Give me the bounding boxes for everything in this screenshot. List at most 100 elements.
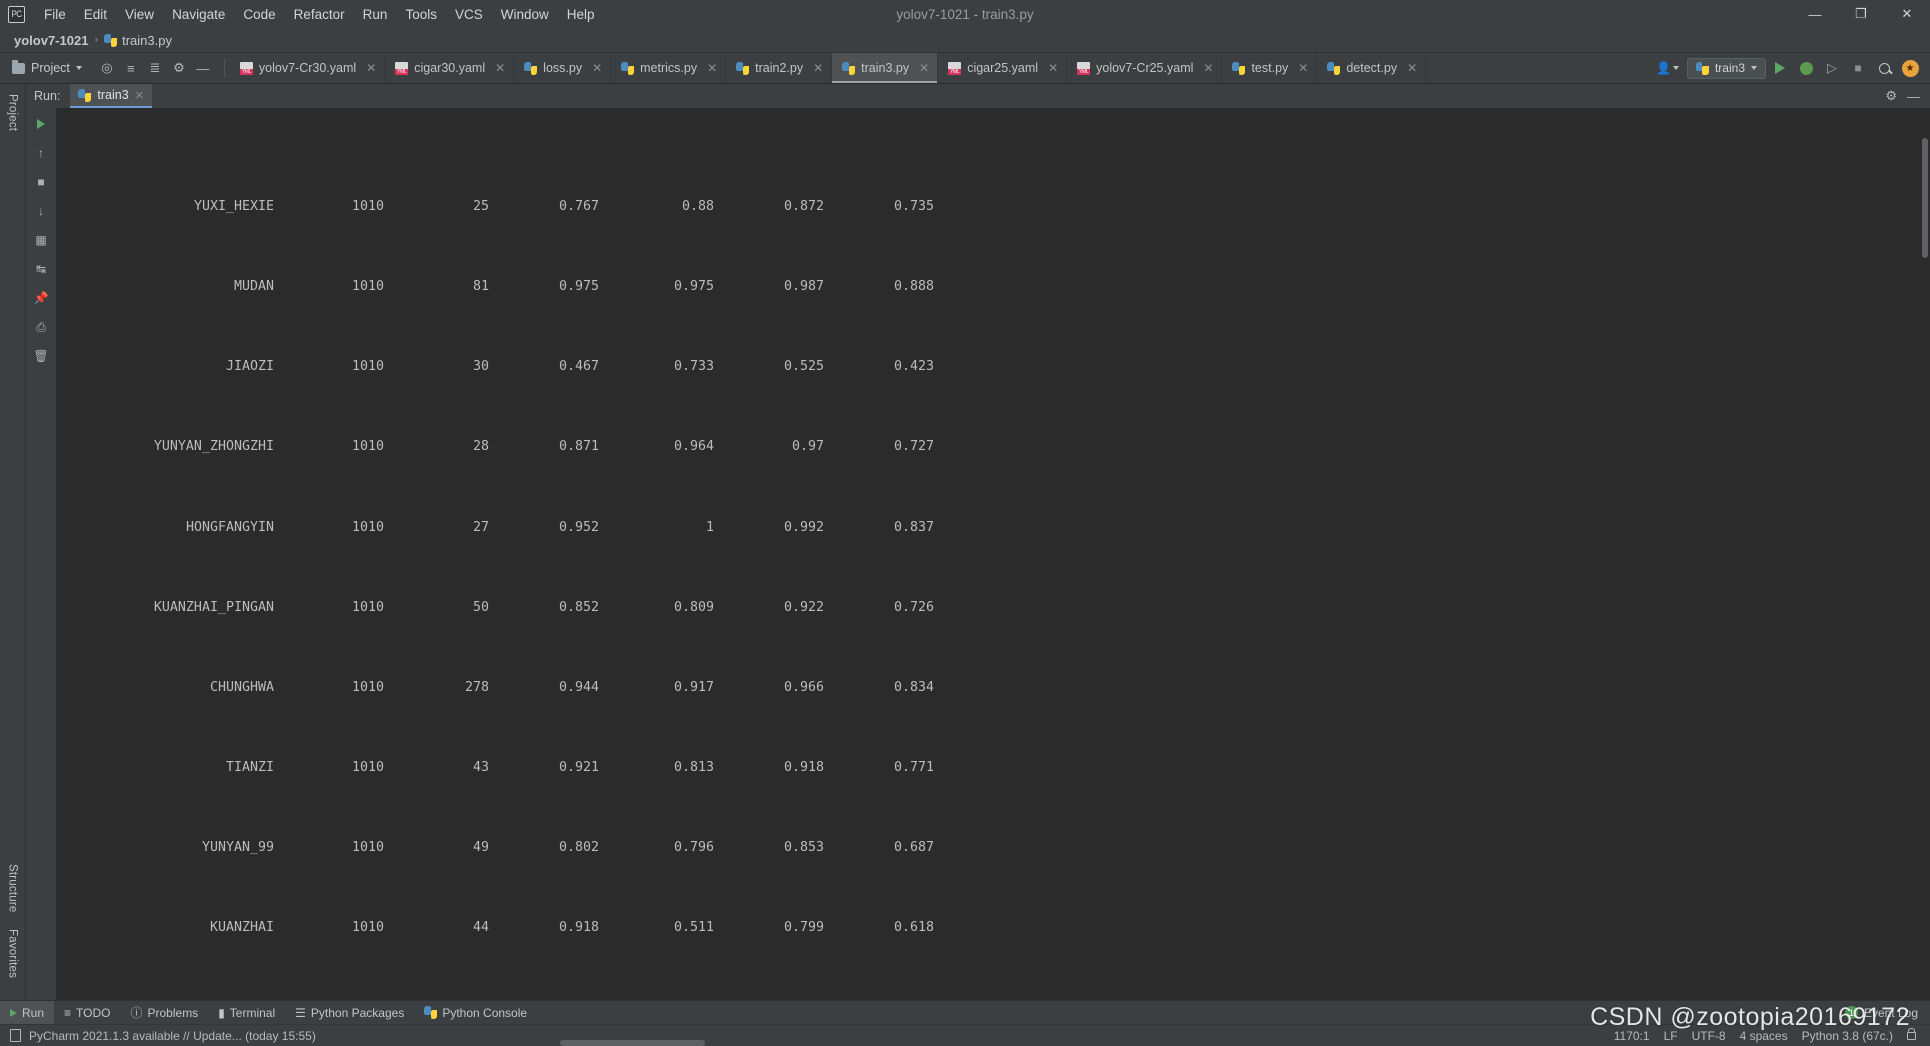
search-button[interactable] [1872, 56, 1896, 80]
labels: 27 [472, 519, 489, 535]
layout-icon[interactable]: ▦ [31, 230, 51, 250]
indent-setting[interactable]: 4 spaces [1740, 1029, 1788, 1043]
recall: 0.511 [673, 920, 714, 936]
sidebar-item-favorites[interactable]: Favorites [7, 921, 19, 1000]
console-output[interactable]: YUXI_HEXIE 1010 25 0.767 0.88 0.872 0.73… [56, 108, 1930, 1000]
precision: 0.944 [558, 679, 599, 695]
sort-icon[interactable]: ≣ [143, 54, 167, 82]
editor-tab-detect-py[interactable]: detect.py ✕ [1317, 53, 1427, 83]
bottom-tab-problems[interactable]: ⓘ Problems [120, 1001, 208, 1024]
sidebar-item-project[interactable]: Project [7, 86, 19, 139]
status-bar: PyCharm 2021.1.3 available // Update... … [0, 1024, 1930, 1046]
python-interpreter[interactable]: Python 3.8 (67c.) [1802, 1029, 1893, 1043]
editor-tab-cigar25-yaml[interactable]: cigar25.yaml ✕ [938, 53, 1068, 83]
close-icon[interactable]: ✕ [813, 61, 823, 75]
close-icon[interactable]: ✕ [1298, 61, 1308, 75]
editor-tab-cigar30-yaml[interactable]: cigar30.yaml ✕ [385, 53, 515, 83]
event-log-area[interactable]: 1 Event Log [1844, 1001, 1930, 1024]
editor-tab-yolov7-cr25-yaml[interactable]: yolov7-Cr25.yaml ✕ [1067, 53, 1223, 83]
status-message[interactable]: PyCharm 2021.1.3 available // Update... … [29, 1029, 316, 1043]
map95: 0.726 [893, 599, 934, 615]
recall: 1 [705, 519, 714, 535]
run-button[interactable] [1768, 56, 1792, 80]
menu-item-refactor[interactable]: Refactor [285, 4, 354, 25]
close-icon[interactable]: ✕ [135, 89, 144, 102]
editor-tab-train2-py[interactable]: train2.py ✕ [726, 53, 833, 83]
pycharm-window: PC File Edit View Navigate Code Refactor… [0, 0, 1930, 1046]
editor-tab-metrics-py[interactable]: metrics.py ✕ [611, 53, 727, 83]
close-button[interactable]: ✕ [1884, 0, 1930, 28]
caret-position[interactable]: 1170:1 [1614, 1029, 1650, 1043]
print-icon[interactable]: ⎙ [31, 317, 51, 337]
editor-tab-test-py[interactable]: test.py ✕ [1222, 53, 1318, 83]
run-config-label: train3 [1714, 61, 1745, 75]
close-icon[interactable]: ✕ [707, 61, 717, 75]
close-icon[interactable]: ✕ [366, 61, 376, 75]
images: 1010 [351, 279, 384, 295]
menu-item-edit[interactable]: Edit [75, 4, 116, 25]
packages-icon: ☰ [295, 1005, 306, 1020]
close-icon[interactable]: ✕ [1048, 61, 1058, 75]
precision: 0.467 [558, 359, 599, 375]
line-separator[interactable]: LF [1664, 1029, 1678, 1043]
project-widget[interactable]: Project [0, 53, 91, 83]
close-icon[interactable]: ✕ [1203, 61, 1213, 75]
menu-item-view[interactable]: View [116, 4, 163, 25]
menu-item-navigate[interactable]: Navigate [163, 4, 234, 25]
map50: 0.853 [783, 839, 824, 855]
scroll-down-icon[interactable]: ↓ [31, 201, 51, 221]
coverage-button[interactable]: ▷ [1820, 56, 1844, 80]
collapse-all-icon[interactable]: ≡ [119, 54, 143, 82]
scroll-up-icon[interactable]: ↑ [31, 143, 51, 163]
menu-item-vcs[interactable]: VCS [446, 4, 492, 25]
sidebar-item-structure[interactable]: Structure [7, 856, 19, 920]
editor-tab-yolov7-cr30-yaml[interactable]: yolov7-Cr30.yaml ✕ [230, 53, 386, 83]
breadcrumb-file[interactable]: train3.py [104, 33, 172, 48]
trash-icon[interactable]: 🗑 [31, 346, 51, 366]
menu-item-file[interactable]: File [35, 4, 75, 25]
stop-button[interactable]: ■ [1846, 56, 1870, 80]
gear-icon[interactable]: ⚙ [167, 54, 191, 82]
python-icon [1327, 61, 1341, 75]
close-icon[interactable]: ✕ [592, 61, 602, 75]
debug-button[interactable] [1794, 56, 1818, 80]
menu-item-help[interactable]: Help [558, 4, 604, 25]
breadcrumb-project[interactable]: yolov7-1021 [14, 33, 88, 48]
rerun-icon[interactable] [31, 114, 51, 134]
table-row: YUXI_HEXIE 1010 25 0.767 0.88 0.872 0.73… [64, 194, 1930, 221]
gear-icon[interactable]: ⚙ [1885, 88, 1897, 104]
bottom-tab-todo[interactable]: ≡ TODO [54, 1001, 120, 1024]
bottom-tab-python-console[interactable]: Python Console [414, 1001, 537, 1024]
console-vertical-scrollbar[interactable] [1922, 138, 1928, 258]
stop-icon[interactable]: ■ [31, 172, 51, 192]
menu-item-run[interactable]: Run [354, 4, 397, 25]
hide-icon[interactable]: — [191, 54, 215, 82]
class-name: YUNYAN_99 [201, 839, 274, 855]
menu-item-code[interactable]: Code [234, 4, 284, 25]
menu-item-tools[interactable]: Tools [396, 4, 446, 25]
encoding[interactable]: UTF-8 [1692, 1029, 1726, 1043]
tab-label: test.py [1251, 61, 1289, 75]
user-button[interactable]: 👤 [1650, 61, 1685, 75]
run-tab-train3[interactable]: train3 ✕ [70, 84, 152, 108]
bottom-tab-terminal[interactable]: ▮ Terminal [208, 1001, 285, 1024]
soft-wrap-icon[interactable]: ↹ [31, 259, 51, 279]
bottom-tab-run[interactable]: Run [0, 1001, 55, 1024]
editor-tab-train3-py[interactable]: train3.py ✕ [832, 53, 939, 83]
horizontal-scrollbar[interactable] [560, 1040, 705, 1046]
run-configuration-selector[interactable]: train3 [1686, 57, 1766, 79]
maximize-button[interactable]: ❐ [1838, 0, 1884, 28]
close-icon[interactable]: ✕ [919, 61, 929, 75]
tab-label: detect.py [1346, 61, 1398, 75]
hide-icon[interactable]: — [1907, 89, 1920, 104]
close-icon[interactable]: ✕ [1407, 61, 1417, 75]
locate-icon[interactable]: ◎ [95, 54, 119, 82]
close-icon[interactable]: ✕ [495, 61, 505, 75]
menu-item-window[interactable]: Window [492, 4, 558, 25]
minimize-button[interactable]: — [1792, 0, 1838, 28]
pin-icon[interactable]: 📌 [31, 288, 51, 308]
editor-tab-loss-py[interactable]: loss.py ✕ [514, 53, 612, 83]
lock-icon[interactable] [1907, 1027, 1916, 1040]
bottom-tab-python-packages[interactable]: ☰ Python Packages [285, 1001, 414, 1024]
account-avatar[interactable]: ★ [1898, 56, 1922, 80]
